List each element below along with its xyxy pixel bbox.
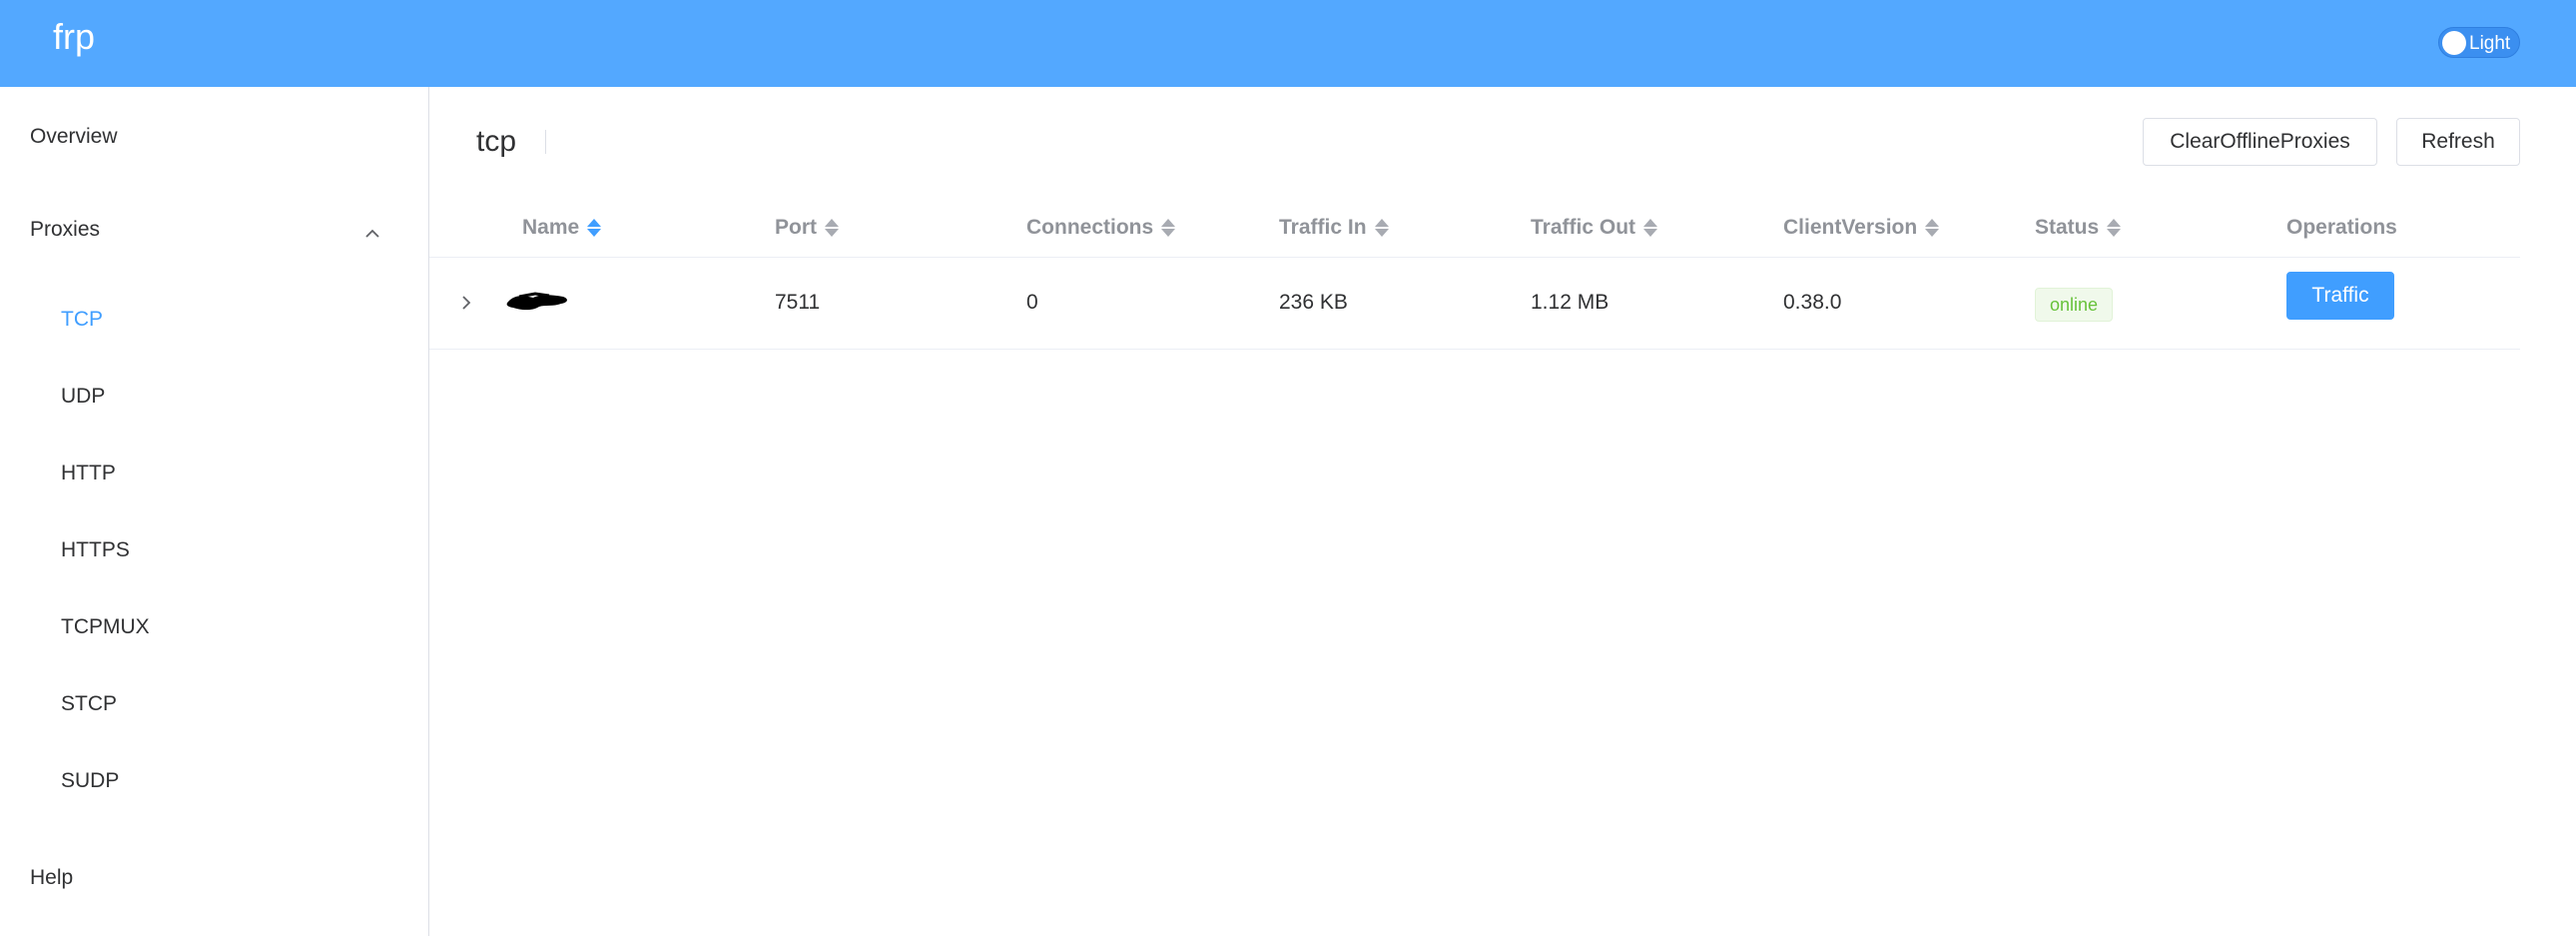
column-header-traffic-in[interactable]: Traffic In xyxy=(1279,216,1389,240)
column-label: Port xyxy=(775,216,817,239)
column-header-client-version[interactable]: ClientVersion xyxy=(1783,216,1940,240)
redacted-name-scribble xyxy=(506,292,567,311)
sidebar-item-tcp[interactable]: TCP xyxy=(61,308,103,332)
page-title: tcp xyxy=(476,125,517,158)
sidebar-item-http[interactable]: HTTP xyxy=(61,462,116,485)
column-header-status[interactable]: Status xyxy=(2035,216,2122,240)
sort-icon[interactable] xyxy=(1161,217,1176,239)
column-header-operations: Operations xyxy=(2286,216,2397,240)
column-label: Name xyxy=(522,216,580,239)
column-header-name[interactable]: Name xyxy=(522,216,602,240)
column-header-traffic-out[interactable]: Traffic Out xyxy=(1531,216,1658,240)
sort-icon[interactable] xyxy=(1643,217,1658,239)
column-label: Connections xyxy=(1026,216,1154,239)
chevron-right-icon[interactable] xyxy=(457,292,475,314)
sidebar-item-stcp[interactable]: STCP xyxy=(61,692,117,716)
column-label: Traffic Out xyxy=(1531,216,1636,239)
cell-connections: 0 xyxy=(1026,291,1038,314)
cell-traffic-out: 1.12 MB xyxy=(1531,291,1610,314)
column-header-port[interactable]: Port xyxy=(775,216,839,240)
brand-logo[interactable]: frp xyxy=(53,16,95,58)
column-label: Traffic In xyxy=(1279,216,1367,239)
sort-icon[interactable] xyxy=(1925,217,1940,239)
theme-toggle-label: Light xyxy=(2469,33,2511,54)
column-label: ClientVersion xyxy=(1783,216,1918,239)
theme-toggle-knob xyxy=(2442,31,2466,55)
table-header: Name Port Connections Traffic In Traffic… xyxy=(429,200,2520,258)
sidebar-item-udp[interactable]: UDP xyxy=(61,385,105,409)
sort-icon[interactable] xyxy=(825,217,839,239)
sidebar: Overview Proxies TCP UDP HTTP HTTPS TCPM… xyxy=(0,87,429,936)
cell-port: 7511 xyxy=(775,291,821,314)
sort-icon[interactable] xyxy=(1374,217,1389,239)
sidebar-item-sudp[interactable]: SUDP xyxy=(61,769,119,793)
sort-icon[interactable] xyxy=(2107,217,2122,239)
column-label: Status xyxy=(2035,216,2100,239)
refresh-button[interactable]: Refresh xyxy=(2396,118,2520,166)
cell-traffic-in: 236 KB xyxy=(1279,291,1348,314)
table-row: 7511 0 236 KB 1.12 MB 0.38.0 online Traf… xyxy=(429,258,2520,350)
status-badge: online xyxy=(2035,288,2114,322)
sidebar-item-https[interactable]: HTTPS xyxy=(61,538,130,562)
column-label: Operations xyxy=(2286,216,2397,239)
sort-icon[interactable] xyxy=(587,217,602,239)
chevron-up-icon[interactable] xyxy=(362,224,382,244)
theme-toggle[interactable]: Light xyxy=(2438,27,2520,58)
column-header-connections[interactable]: Connections xyxy=(1026,216,1176,240)
clear-offline-proxies-button[interactable]: ClearOfflineProxies xyxy=(2143,118,2377,166)
sidebar-item-proxies[interactable]: Proxies xyxy=(30,218,100,242)
title-divider xyxy=(545,130,546,154)
traffic-button[interactable]: Traffic xyxy=(2286,272,2394,320)
sidebar-item-help[interactable]: Help xyxy=(30,866,73,890)
sidebar-item-overview[interactable]: Overview xyxy=(30,125,118,149)
top-header: frp Light xyxy=(0,0,2576,87)
sidebar-item-tcpmux[interactable]: TCPMUX xyxy=(61,615,150,639)
cell-client-version: 0.38.0 xyxy=(1783,291,1842,314)
